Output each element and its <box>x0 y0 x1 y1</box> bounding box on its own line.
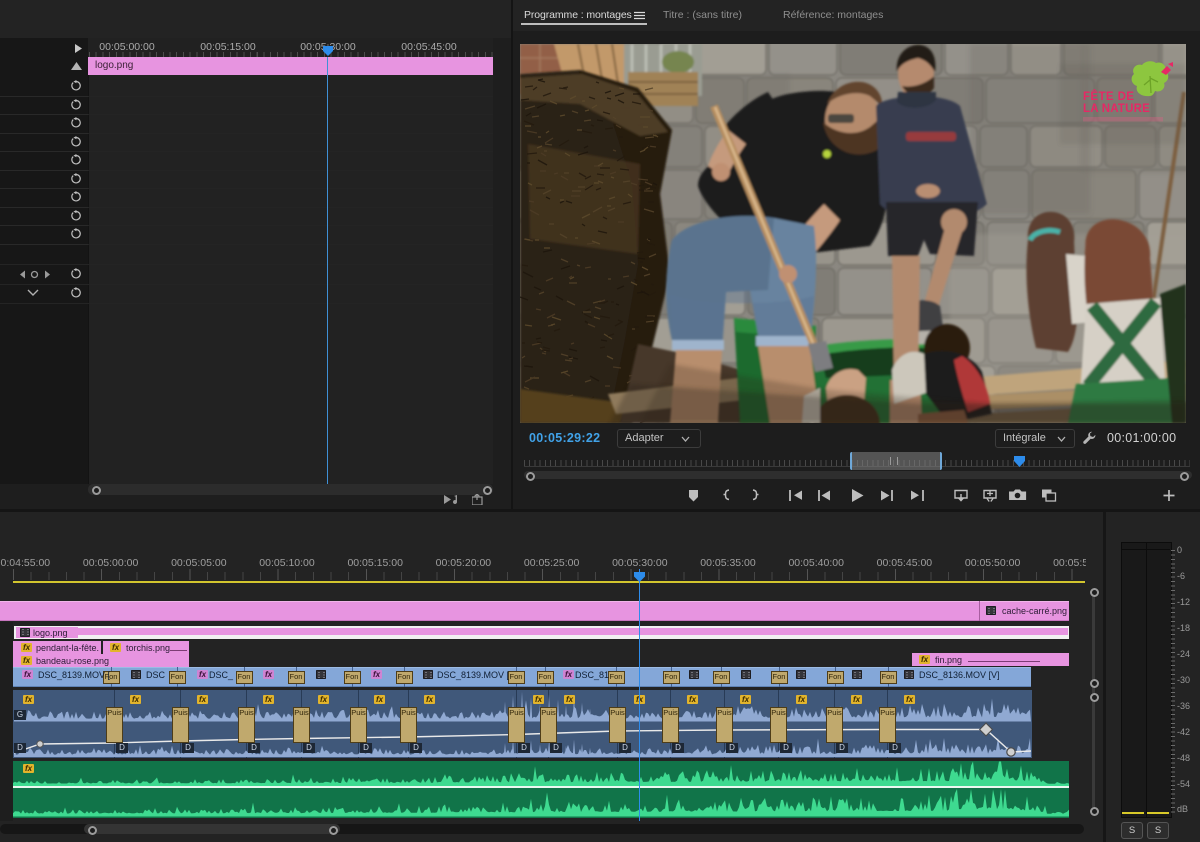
svg-text:LA NATURE: LA NATURE <box>1083 103 1150 115</box>
svg-text:FÊTE DE: FÊTE DE <box>1083 90 1134 103</box>
